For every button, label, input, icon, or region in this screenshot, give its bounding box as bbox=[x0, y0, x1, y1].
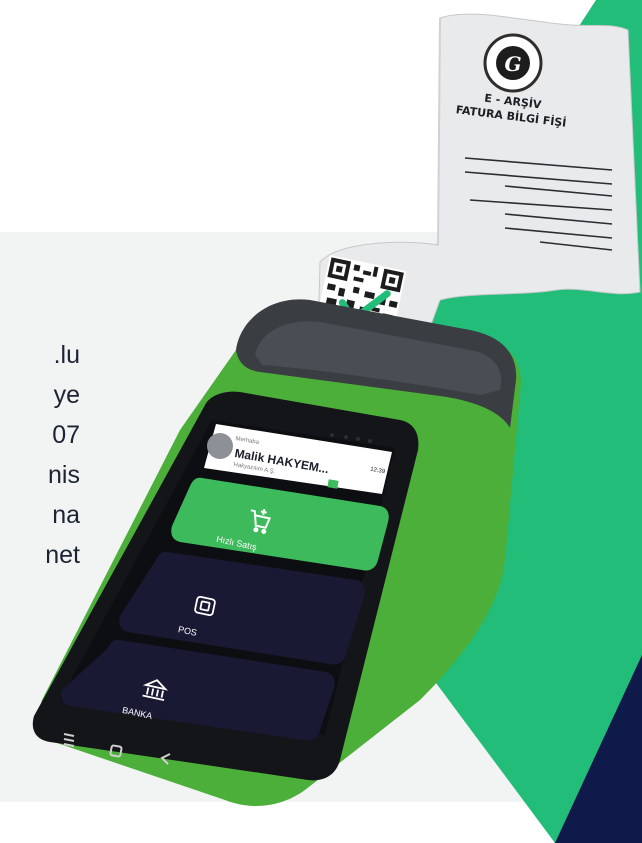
svg-text:G: G bbox=[504, 52, 521, 76]
grid-icon bbox=[327, 479, 339, 489]
avatar bbox=[207, 433, 233, 459]
